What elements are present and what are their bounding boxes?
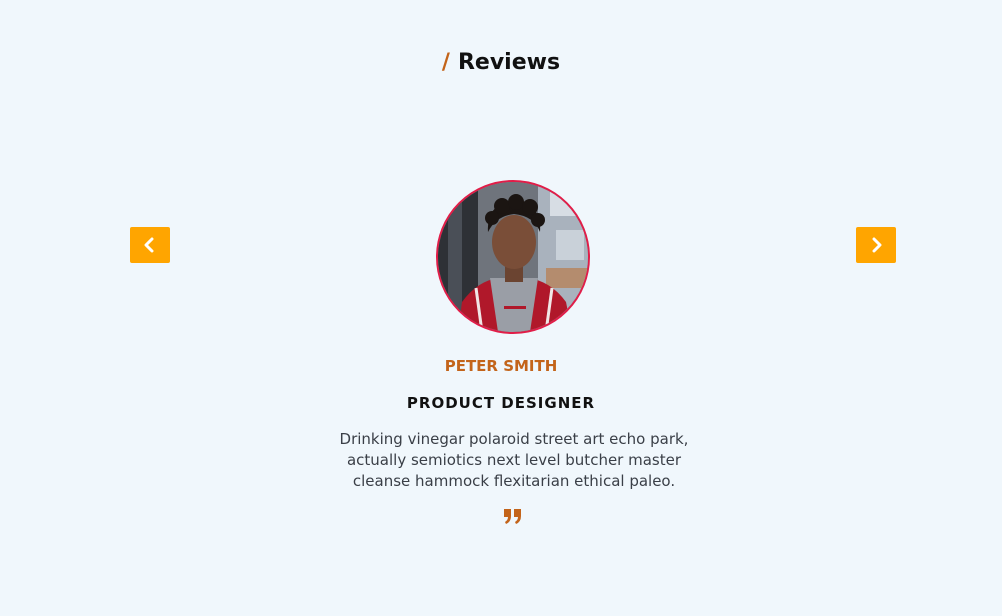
title-text: Reviews — [457, 50, 561, 75]
reviewer-avatar — [436, 180, 590, 334]
reviewer-name: PETER SMITH — [444, 357, 558, 375]
previous-review-button[interactable] — [130, 227, 170, 263]
reviewer-role: PRODUCT DESIGNER — [406, 394, 596, 412]
next-review-button[interactable] — [856, 227, 896, 263]
review-text: Drinking vinegar polaroid street art ech… — [339, 430, 689, 490]
title-slash: / — [441, 50, 450, 75]
chevron-right-icon — [872, 237, 882, 253]
section-title: / Reviews — [0, 46, 1002, 80]
chevron-left-icon — [144, 237, 154, 253]
quote-icon — [504, 509, 521, 524]
